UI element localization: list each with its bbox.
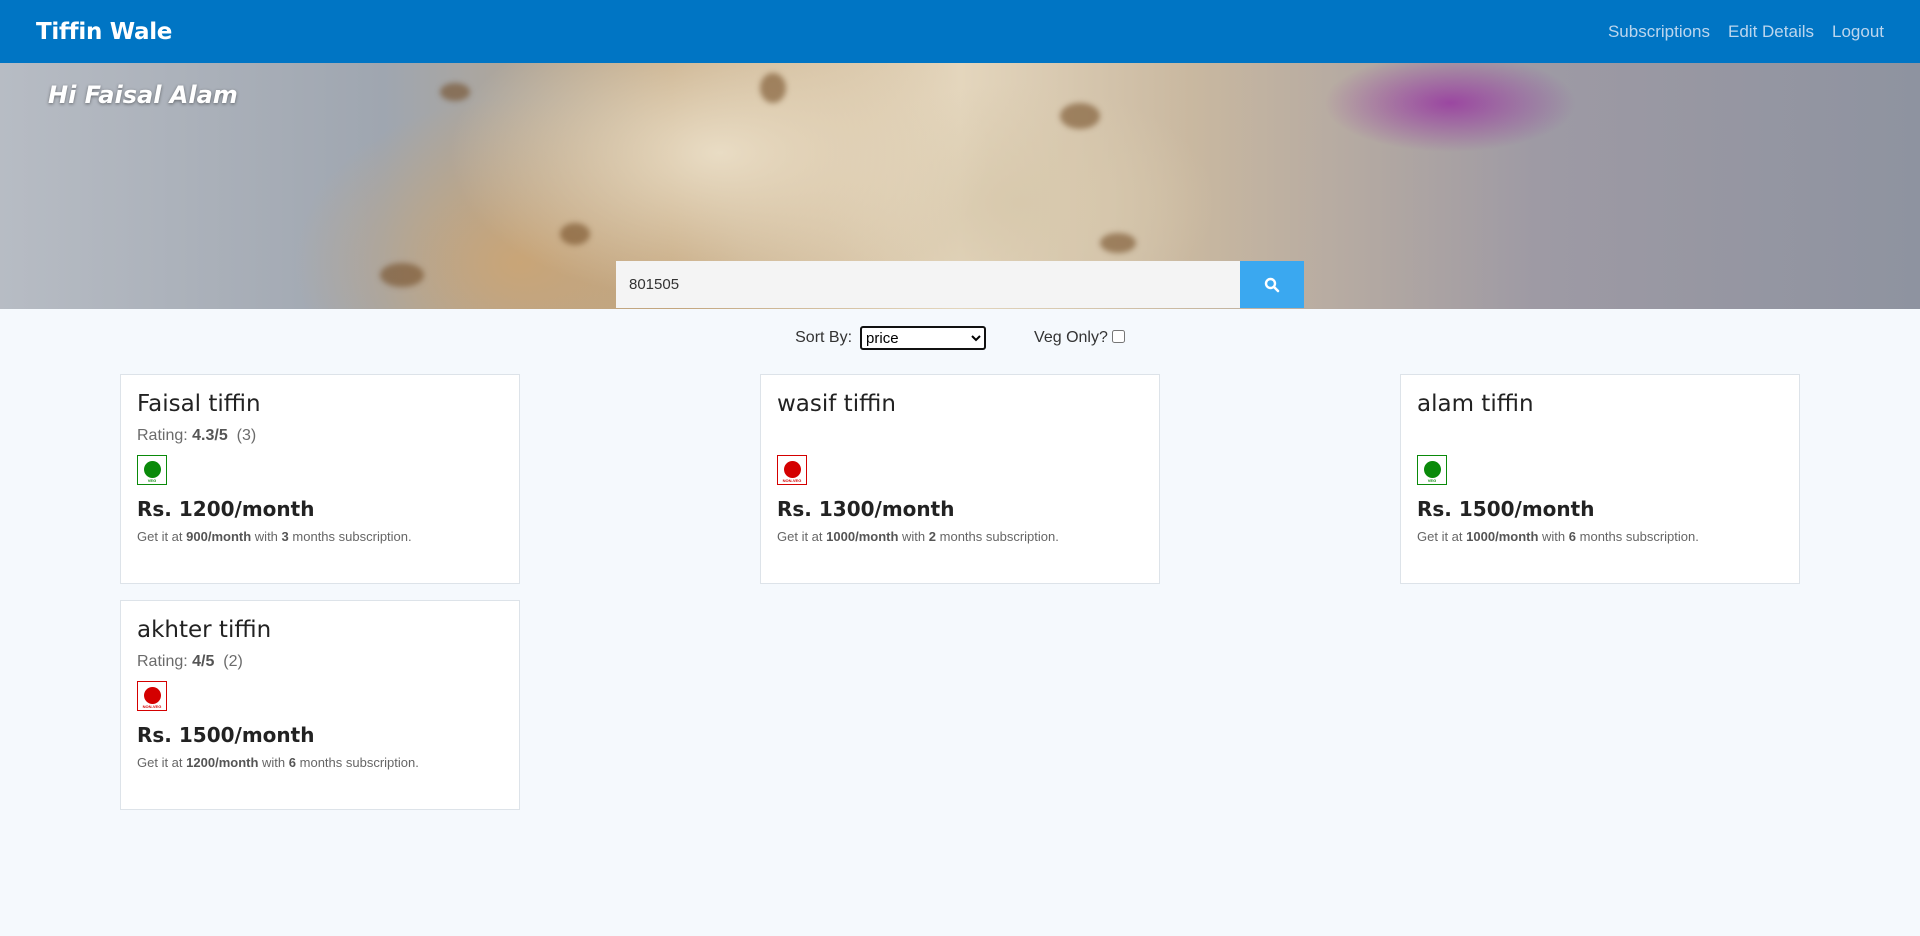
badge-label: VEG — [1427, 478, 1437, 483]
offer-months: 6 — [288, 755, 297, 770]
offer-months: 2 — [928, 529, 937, 544]
offer-text: Get it at — [137, 529, 183, 544]
tiffin-rating — [777, 427, 1143, 447]
offer-months: 3 — [281, 529, 289, 544]
veg-only-checkbox[interactable] — [1111, 329, 1125, 343]
tiffin-card[interactable]: akhter tiffin Rating: 4/5 (2) NON-VEG Rs… — [120, 600, 520, 810]
offer-price: 1200/month — [186, 755, 259, 770]
tiffin-card[interactable]: Faisal tiffin Rating: 4.3/5 (3) VEG Rs. … — [120, 374, 520, 584]
offer-months: 6 — [1568, 529, 1577, 544]
search-icon — [1264, 277, 1280, 292]
tiffin-card[interactable]: alam tiffin VEG Rs. 1500/month Get it at… — [1400, 374, 1800, 584]
tiffin-price: Rs. 1500/month — [1417, 497, 1595, 521]
offer-text: with — [254, 529, 278, 544]
offer-text: Get it at — [1417, 529, 1463, 544]
veg-only-label: Veg Only? — [1034, 329, 1108, 346]
tiffin-price: Rs. 1200/month — [137, 497, 315, 521]
tiffin-name[interactable]: wasif tiffin — [777, 391, 1143, 417]
tiffin-price: Rs. 1500/month — [137, 723, 315, 747]
tiffin-offer: Get it at 900/month with 3 months subscr… — [137, 529, 503, 544]
offer-text: months subscription. — [292, 529, 412, 544]
non-veg-icon: NON-VEG — [777, 455, 807, 485]
hero-banner: Hi Faisal Alam — [0, 63, 1920, 309]
hero-texture — [380, 263, 424, 287]
offer-text: Get it at — [777, 529, 823, 544]
offer-text: months subscription. — [939, 529, 1059, 544]
tiffin-rating: Rating: 4.3/5 (3) — [137, 427, 503, 447]
brand-logo[interactable]: Tiffin Wale — [36, 19, 172, 45]
navbar: Tiffin Wale Subscriptions Edit Details L… — [0, 0, 1920, 63]
badge-label: NON-VEG — [142, 704, 162, 709]
tiffin-rating: Rating: 4/5 (2) — [137, 653, 503, 673]
hero-texture — [440, 83, 470, 101]
tiffin-offer: Get it at 1000/month with 2 months subsc… — [777, 529, 1143, 544]
nav-link-edit-details[interactable]: Edit Details — [1728, 22, 1814, 42]
rating-prefix: Rating: — [137, 653, 188, 670]
veg-icon: VEG — [137, 455, 167, 485]
tiffin-rating — [1417, 427, 1783, 447]
search-bar — [616, 261, 1304, 308]
hero-texture — [760, 73, 786, 103]
filter-bar: Sort By: price Veg Only? — [0, 326, 1920, 350]
non-veg-icon: NON-VEG — [137, 681, 167, 711]
veg-icon: VEG — [1417, 455, 1447, 485]
tiffin-price: Rs. 1300/month — [777, 497, 955, 521]
veg-dot — [1423, 461, 1441, 478]
offer-price: 900/month — [186, 529, 252, 544]
rating-value: 4/5 — [192, 653, 215, 670]
offer-text: with — [902, 529, 926, 544]
tiffin-offer: Get it at 1200/month with 6 months subsc… — [137, 755, 503, 770]
nav-link-subscriptions[interactable]: Subscriptions — [1608, 22, 1710, 42]
badge-label: NON-VEG — [782, 478, 802, 483]
offer-text: with — [1542, 529, 1566, 544]
rating-prefix: Rating: — [137, 427, 188, 444]
nav-link-logout[interactable]: Logout — [1832, 22, 1884, 42]
hero-texture — [1100, 233, 1136, 253]
tiffin-offer: Get it at 1000/month with 6 months subsc… — [1417, 529, 1783, 544]
offer-price: 1000/month — [1466, 529, 1539, 544]
sort-select[interactable]: price — [860, 326, 987, 350]
veg-dot — [143, 461, 161, 478]
tiffin-name[interactable]: alam tiffin — [1417, 391, 1783, 417]
rating-count: (2) — [223, 653, 243, 670]
offer-text: months subscription. — [1579, 529, 1699, 544]
badge-label: VEG — [147, 478, 157, 483]
rating-value: 4.3/5 — [192, 427, 228, 444]
pincode-search-input[interactable] — [616, 261, 1240, 308]
non-veg-dot — [783, 461, 801, 478]
non-veg-dot — [143, 687, 161, 704]
sort-label: Sort By: — [795, 329, 853, 346]
tiffin-name[interactable]: akhter tiffin — [137, 617, 503, 643]
offer-price: 1000/month — [826, 529, 899, 544]
tiffin-name[interactable]: Faisal tiffin — [137, 391, 503, 417]
offer-text: months subscription. — [299, 755, 419, 770]
hero-texture — [560, 223, 590, 245]
greeting-text: Hi Faisal Alam — [48, 81, 238, 109]
offer-text: with — [262, 755, 286, 770]
offer-text: Get it at — [137, 755, 183, 770]
nav-links: Subscriptions Edit Details Logout — [1608, 22, 1884, 42]
search-button[interactable] — [1240, 261, 1304, 308]
rating-count: (3) — [236, 427, 257, 444]
hero-texture — [1060, 103, 1100, 129]
tiffin-card[interactable]: wasif tiffin NON-VEG Rs. 1300/month Get … — [760, 374, 1160, 584]
